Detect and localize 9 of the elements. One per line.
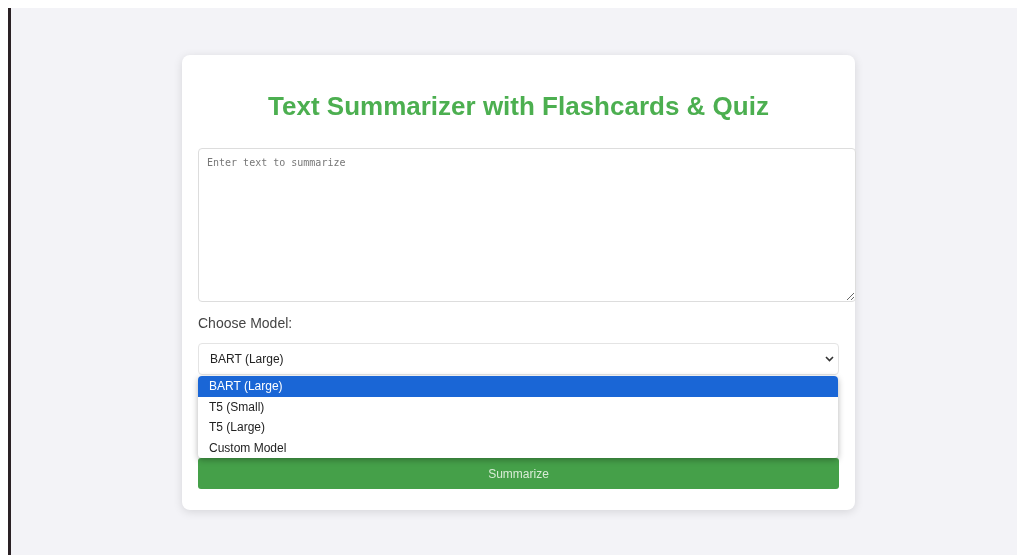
dropdown-option[interactable]: T5 (Small): [198, 396, 838, 417]
page-title: Text Summarizer with Flashcards & Quiz: [267, 91, 770, 121]
dropdown-option[interactable]: T5 (Large): [198, 417, 838, 438]
dropdown-option[interactable]: Custom Model: [198, 437, 838, 458]
model-select[interactable]: BART (Large): [198, 343, 839, 375]
model-label: Choose Model:: [198, 315, 293, 333]
chevron-down-icon: [825, 356, 834, 362]
dropdown-option[interactable]: BART (Large): [198, 376, 838, 397]
text-input-field[interactable]: Enter text to summarize: [198, 148, 856, 302]
